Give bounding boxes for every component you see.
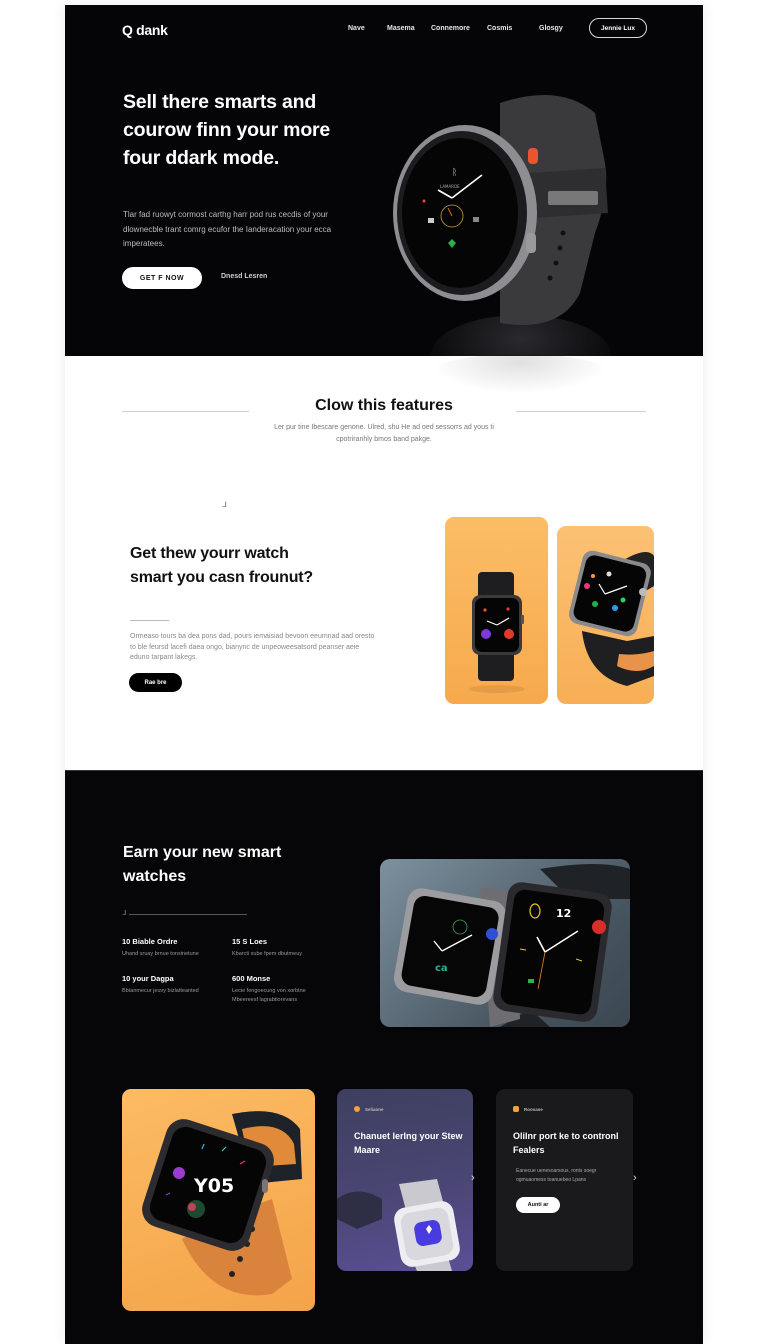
stat-item: 10 Biable Ordre Uhand sruay brnue tonsin… <box>122 937 212 959</box>
nav-link-5[interactable]: Glosgy <box>539 25 563 32</box>
nav-cta-button[interactable]: Jennie Lux <box>589 18 647 38</box>
product-card-angled[interactable] <box>557 526 654 704</box>
showcase-title: Earn your new smart watches <box>123 844 282 885</box>
features-title: Clow this features <box>315 397 453 414</box>
stat-description: Bbtanmecur jeuvy bizlatteanted <box>122 988 199 994</box>
decorative-mark: ᒧ <box>222 500 227 509</box>
svg-text:LAMAROE: LAMAROE <box>440 184 460 189</box>
watch-orange-image: Y05 <box>142 1111 302 1296</box>
showcase-rule <box>129 914 247 915</box>
promo-rule <box>130 620 169 621</box>
card-title: Olilnr port ke to contronl Fealers <box>513 1131 619 1155</box>
card-tag-label: Seliaone <box>365 1106 384 1112</box>
next-chevron-icon[interactable]: › <box>633 1172 637 1184</box>
stat-title: 10 Biable Ordre <box>122 937 178 946</box>
stat-item: 600 Monse Lecie fengoecung von xorbtne M… <box>232 974 322 1005</box>
stat-description: Uhand sruay brnue tonsinetune <box>122 951 199 957</box>
card-tag: Seliaone <box>354 1106 384 1112</box>
nav-link-1[interactable]: Nave <box>348 25 365 32</box>
next-chevron-icon[interactable]: › <box>471 1172 475 1184</box>
feature-card-black[interactable]: Roovase Olilnr port ke to contronl Feale… <box>496 1089 633 1271</box>
divider-right <box>516 411 646 412</box>
watch-white-image <box>337 1179 460 1271</box>
get-now-button[interactable]: GET F NOW <box>122 267 202 289</box>
watch-front-image <box>469 572 525 693</box>
promo-button[interactable]: Rae bre <box>129 673 182 692</box>
hero-watch-image: ᚱ LAMAROE <box>393 95 608 325</box>
showcase-section: Earn your new smart watches ᒧ 10 Biable … <box>65 770 703 1344</box>
features-subtitle: Ler pur tine Ibescare genone. Ulred, shu… <box>274 424 494 443</box>
product-card-orange[interactable]: Y05 <box>122 1089 315 1311</box>
stat-item: 10 your Dagpa Bbtanmecur jeuvy bizlattea… <box>122 974 212 996</box>
stat-description: Kbarcti sube fpem dbutmeuy <box>232 951 303 957</box>
product-card-front[interactable] <box>445 517 548 704</box>
nav-link-4[interactable]: Cosmis <box>487 25 512 32</box>
decorative-mark: ᒧ <box>122 910 127 917</box>
svg-text:ca: ca <box>435 963 448 974</box>
card-title: Chanuet lerlng your Stew Maare <box>354 1131 463 1155</box>
brand-logo[interactable]: Q dank <box>122 22 168 38</box>
card-tag: Roovase <box>513 1106 543 1112</box>
hero-section: Q dank Nave Masema Connemore Cosmis Glos… <box>65 5 703 356</box>
read-more-link[interactable]: Dnesd Lesren <box>221 273 267 280</box>
tag-dot-icon <box>354 1106 360 1112</box>
stat-title: 15 S Loes <box>232 937 268 946</box>
nav-link-3[interactable]: Connemore <box>431 25 470 32</box>
card-action-button[interactable]: Aunti ar <box>516 1197 560 1213</box>
card-tag-label: Roovase <box>524 1106 543 1112</box>
nav-link-2[interactable]: Masema <box>387 25 415 32</box>
stat-item: 15 S Loes Kbarcti sube fpem dbutmeuy <box>232 937 322 959</box>
features-section: Clow this features Ler pur tine Ibescare… <box>65 354 703 770</box>
svg-text:12: 12 <box>556 907 571 920</box>
promo-description: Ormeaso tours ba dea pons dad, pours iem… <box>130 633 375 661</box>
hero-title: Sell there smarts and courow finn your m… <box>123 91 331 169</box>
card-description: Eanecue uenesoarsous, ronts soegr ogmuao… <box>516 1168 597 1183</box>
watch-pair-image: ca 12 <box>380 859 630 1027</box>
stat-description: Lecie fengoecung von xorbtne Mbeereesf l… <box>232 988 306 1003</box>
watch-angled-image <box>568 550 654 686</box>
pedestal-shadow <box>430 354 610 394</box>
watch-face-time: Y05 <box>193 1175 234 1197</box>
tag-dot-icon <box>513 1106 519 1112</box>
svg-text:ᚱ: ᚱ <box>452 167 457 178</box>
stat-title: 600 Monse <box>232 974 271 983</box>
landing-page: Q dank Nave Masema Connemore Cosmis Glos… <box>65 5 703 1344</box>
hero-description: Tlar fad ruowyt cormost carthg harr pod … <box>123 210 332 248</box>
feature-card-purple[interactable]: Seliaone Chanuet lerlng your Stew Maare <box>337 1089 473 1271</box>
promo-title: Get thew yourr watch smart you casn frou… <box>130 545 313 586</box>
stat-title: 10 your Dagpa <box>122 974 174 983</box>
